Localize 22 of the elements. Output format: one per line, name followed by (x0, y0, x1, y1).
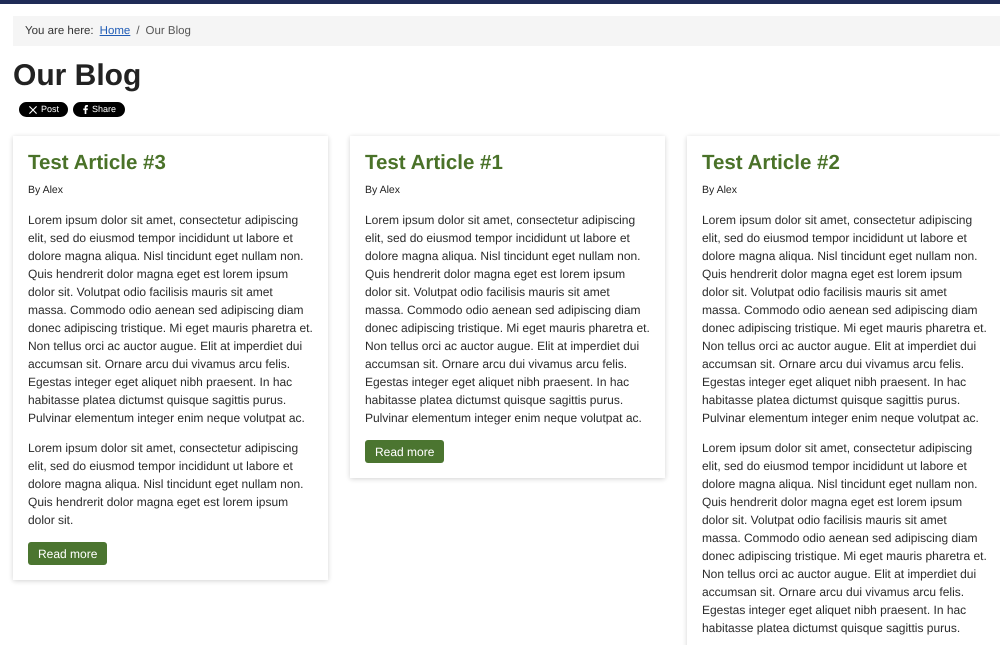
article-title[interactable]: Test Article #1 (365, 150, 503, 176)
article-paragraph: Lorem ipsum dolor sit amet, consectetur adipiscing elit, sed do eiusmod tempor incididunt ut labore et dolore magna aliqua. Nisl tincidunt eget nullam non. Quis hendrerit dolor magna eget est lorem ipsum dolor sit. Volutpat odio facilisis mauris sit amet massa. Commodo odio aenean sed adipiscing diam donec adipiscing tristique. Mi eget mauris pharetra et. Non tellus orci ac auctor augue. Elit at imperdiet dui accumsan sit. Ornare arcu dui vivamus arcu felis. Egestas integer eget aliquet nibh praesent. In hac habitasse platea dictumst quisque sagittis purus. Pulvinar elementum integer enim neque volutpat ac. (702, 212, 987, 427)
read-more-button[interactable]: Read more (365, 440, 444, 463)
article-paragraph: Lorem ipsum dolor sit amet, consectetur adipiscing elit, sed do eiusmod tempor incididunt ut labore et dolore magna aliqua. Nisl tincidunt eget nullam non. Quis hendrerit dolor magna eget est lorem ipsum dolor sit. Volutpat odio facilisis mauris sit amet massa. Commodo odio aenean sed adipiscing diam donec adipiscing tristique. Mi eget mauris pharetra et. Non tellus orci ac auctor augue. Elit at imperdiet dui accumsan sit. Ornare arcu dui vivamus arcu felis. Egestas integer eget aliquet nibh praesent. In hac habitasse platea dictumst quisque sagittis purus. Pulvinar elementum integer enim neque volutpat ac. (28, 212, 313, 427)
x-mark-icon (29, 106, 37, 114)
article-byline: By Alex (365, 183, 400, 198)
share-button[interactable]: Share (73, 102, 126, 117)
f-letter-icon (83, 105, 88, 114)
share-button[interactable]: Post (19, 102, 68, 117)
read-more-button[interactable]: Read more (28, 542, 108, 565)
article-byline: By Alex (28, 183, 64, 198)
article-paragraph: Lorem ipsum dolor sit amet, consectetur adipiscing elit, sed do eiusmod tempor incididunt ut labore et dolore magna aliqua. Nisl tincidunt eget nullam non. Quis hendrerit dolor magna eget est lorem ipsum dolor sit. (28, 440, 305, 529)
breadcrumb-label: You are here: (25, 25, 94, 37)
article-paragraph: Lorem ipsum dolor sit amet, consectetur adipiscing elit, sed do eiusmod tempor incididunt ut labore et dolore magna aliqua. Nisl tincidunt eget nullam non. Quis hendrerit dolor magna eget est lorem ipsum dolor sit. Volutpat odio facilisis mauris sit amet massa. Commodo odio aenean sed adipiscing diam donec adipiscing tristique. Mi eget mauris pharetra et. Non tellus orci ac auctor augue. Elit at imperdiet dui accumsan sit. Ornare arcu dui vivamus arcu felis. Egestas integer eget aliquet nibh praesent. In hac habitasse platea dictumst quisque sagittis purus. Pulvinar elementum integer enim neque volutpat ac. (365, 212, 650, 427)
article-paragraph: Lorem ipsum dolor sit amet, consectetur adipiscing elit, sed do eiusmod tempor incididunt ut labore et dolore magna aliqua. Nisl tincidunt eget nullam non. Quis hendrerit dolor magna eget est lorem ipsum dolor sit. Volutpat odio facilisis mauris sit amet massa. Commodo odio aenean sed adipiscing diam donec adipiscing tristique. Mi eget mauris pharetra et. Non tellus orci ac auctor augue. Elit at imperdiet dui accumsan sit. Ornare arcu dui vivamus arcu felis. Egestas integer eget aliquet nibh praesent. In hac habitasse platea dictumst quisque sagittis purus. (702, 440, 987, 637)
article-byline: By Alex (702, 183, 738, 198)
breadcrumb-separator: / (136, 25, 140, 37)
article-title[interactable]: Test Article #2 (702, 150, 840, 176)
breadcrumb-link[interactable]: Home (100, 25, 130, 37)
page-title: Our Blog (13, 58, 142, 94)
article-title[interactable]: Test Article #3 (28, 150, 166, 176)
breadcrumb-current: Our Blog (146, 25, 191, 37)
